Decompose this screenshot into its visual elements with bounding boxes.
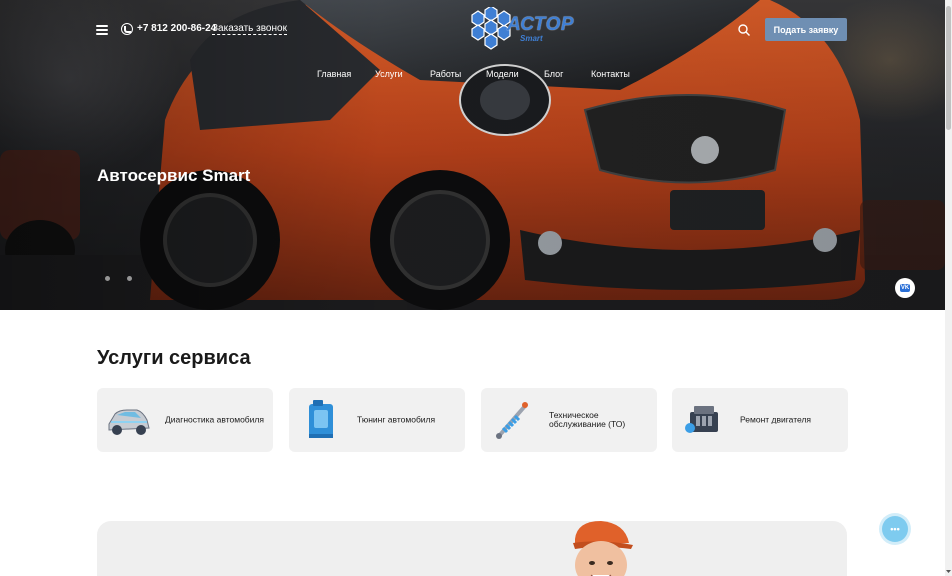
hero-title: Автосервис Smart bbox=[97, 166, 251, 185]
services-section-title: Услуги сервиса bbox=[97, 347, 251, 369]
service-label: Диагностика автомобиля bbox=[165, 414, 264, 425]
service-card-maintenance[interactable]: Техническое обслуживание (ТО) bbox=[481, 388, 657, 452]
slider-dot-1[interactable] bbox=[105, 276, 110, 281]
mechanic-photo bbox=[573, 521, 633, 576]
chat-dots-icon: ••• bbox=[890, 524, 900, 534]
vk-icon: VK bbox=[899, 284, 911, 292]
nav-item-contacts[interactable]: Контакты bbox=[591, 69, 630, 79]
nav-item-home[interactable]: Главная bbox=[317, 69, 351, 79]
hero-banner: +7 812 200-86-24 Заказать звонок АСТОР S… bbox=[0, 0, 945, 310]
phone-number-link[interactable]: +7 812 200-86-24 bbox=[137, 23, 216, 34]
canister-icon bbox=[309, 400, 333, 438]
car-diagnostics-icon bbox=[108, 409, 150, 435]
scrollbar-thumb[interactable] bbox=[946, 6, 951, 130]
vk-social-button[interactable]: VK bbox=[895, 278, 915, 298]
callback-link[interactable]: Заказать звонок bbox=[212, 23, 287, 35]
shock-absorber-icon bbox=[496, 402, 528, 439]
promo-banner bbox=[97, 521, 847, 576]
service-label: Тюнинг автомобиля bbox=[357, 414, 436, 425]
scroll-down-arrow-icon[interactable] bbox=[945, 568, 952, 575]
hamburger-menu-icon[interactable] bbox=[96, 25, 108, 35]
nav-item-blog[interactable]: Блог bbox=[544, 69, 563, 79]
phone-icon bbox=[121, 23, 133, 35]
service-label: Техническое обслуживание (ТО) bbox=[549, 410, 626, 429]
service-card-diagnostics[interactable]: Диагностика автомобиля bbox=[97, 388, 273, 452]
chat-widget-button[interactable]: ••• bbox=[882, 516, 908, 542]
slider-dot-2[interactable] bbox=[127, 276, 132, 281]
service-card-tuning[interactable]: Тюнинг автомобиля bbox=[289, 388, 465, 452]
nav-item-services[interactable]: Услуги bbox=[375, 69, 403, 79]
engine-icon bbox=[685, 406, 718, 433]
submit-request-button[interactable]: Подать заявку bbox=[765, 18, 847, 41]
logo-text: АСТОР bbox=[507, 14, 575, 35]
nav-item-works[interactable]: Работы bbox=[430, 69, 461, 79]
search-icon[interactable] bbox=[738, 24, 750, 36]
service-label: Ремонт двигателя bbox=[740, 414, 812, 425]
logo-subtitle: Smart bbox=[520, 34, 543, 43]
nav-item-models[interactable]: Модели bbox=[486, 69, 519, 79]
service-card-engine-repair[interactable]: Ремонт двигателя bbox=[672, 388, 848, 452]
